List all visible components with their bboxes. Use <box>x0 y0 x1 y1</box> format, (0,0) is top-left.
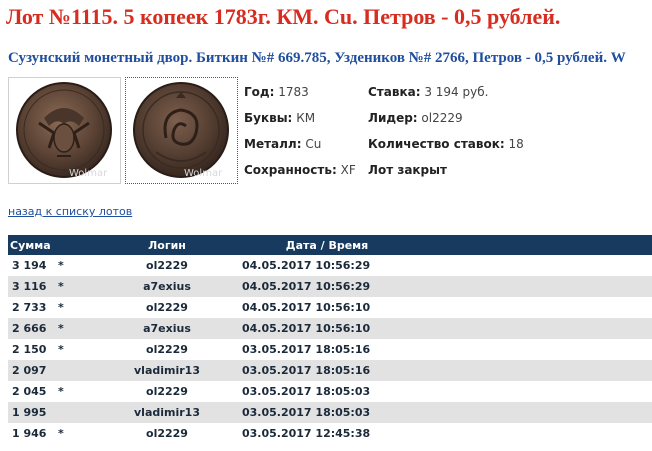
back-to-lots-link[interactable]: назад к списку лотов <box>8 205 132 218</box>
bid-star: * <box>58 381 92 402</box>
bid-sum: 2 097 <box>8 360 58 381</box>
bid-row: 1 946 * ol2229 03.05.2017 12:45:38 <box>8 423 652 444</box>
bid-star: * <box>58 276 92 297</box>
letters-label: Буквы: <box>244 111 293 125</box>
leader-value: ol2229 <box>421 111 463 125</box>
lot-subtitle: Сузунский монетный двор. Биткин №# 669.7… <box>8 50 626 66</box>
bid-login: a7exius <box>92 276 242 297</box>
bid-login: ol2229 <box>92 255 242 276</box>
bid-row: 2 097 vladimir13 03.05.2017 18:05:16 <box>8 360 652 381</box>
bid-filler <box>412 339 652 360</box>
bid-filler <box>412 423 652 444</box>
bid-row: 3 194 * ol2229 04.05.2017 10:56:29 <box>8 255 652 276</box>
leader-field: Лидер: ol2229 <box>368 111 463 125</box>
bid-sum: 1 946 <box>8 423 58 444</box>
bid-count-value: 18 <box>508 137 524 151</box>
bid-star: * <box>58 255 92 276</box>
bid-sum: 2 045 <box>8 381 58 402</box>
bid-datetime: 04.05.2017 10:56:10 <box>242 297 412 318</box>
letters-field: Буквы: КМ <box>244 111 315 125</box>
bid-filler <box>412 381 652 402</box>
bid-label: Ставка: <box>368 85 421 99</box>
bid-row: 2 733 * ol2229 04.05.2017 10:56:10 <box>8 297 652 318</box>
lot-title: Лот №1115. 5 копеек 1783г. КМ. Cu. Петро… <box>6 4 561 29</box>
bid-datetime: 04.05.2017 10:56:29 <box>242 276 412 297</box>
year-value: 1783 <box>278 85 309 99</box>
header-filler <box>412 235 652 255</box>
watermark-text: Wolmar <box>69 168 108 179</box>
header-sum: Сумма <box>8 235 58 255</box>
bid-sum: 2 666 <box>8 318 58 339</box>
bid-star <box>58 402 92 423</box>
watermark-text: Wolmar <box>184 168 223 179</box>
bid-sum: 1 995 <box>8 402 58 423</box>
condition-field: Сохранность: XF <box>244 163 356 177</box>
bid-sum: 2 150 <box>8 339 58 360</box>
metal-field: Металл: Cu <box>244 137 321 151</box>
bid-field: Ставка: 3 194 руб. <box>368 85 488 99</box>
bid-login: vladimir13 <box>92 360 242 381</box>
metal-label: Металл: <box>244 137 302 151</box>
bid-filler <box>412 318 652 339</box>
bid-row: 2 150 * ol2229 03.05.2017 18:05:16 <box>8 339 652 360</box>
bid-star: * <box>58 339 92 360</box>
bid-filler <box>412 360 652 381</box>
lot-status: Лот закрыт <box>368 163 447 177</box>
coin-obverse-image[interactable]: Wolmar <box>8 77 121 184</box>
bid-login: a7exius <box>92 318 242 339</box>
coin-reverse-graphic: Wolmar <box>133 82 229 179</box>
year-label: Год: <box>244 85 275 99</box>
coin-reverse-image[interactable]: Wolmar <box>125 77 238 184</box>
bid-login: ol2229 <box>92 423 242 444</box>
bid-star <box>58 360 92 381</box>
bid-value: 3 194 руб. <box>424 85 489 99</box>
bid-login: ol2229 <box>92 381 242 402</box>
bid-filler <box>412 255 652 276</box>
bid-datetime: 04.05.2017 10:56:29 <box>242 255 412 276</box>
bid-count-field: Количество ставок: 18 <box>368 137 524 151</box>
bid-datetime: 03.05.2017 18:05:16 <box>242 360 412 381</box>
header-datetime: Дата / Время <box>242 235 412 255</box>
bid-login: vladimir13 <box>92 402 242 423</box>
bid-row: 2 666 * a7exius 04.05.2017 10:56:10 <box>8 318 652 339</box>
leader-label: Лидер: <box>368 111 418 125</box>
metal-value: Cu <box>305 137 322 151</box>
bid-datetime: 04.05.2017 10:56:10 <box>242 318 412 339</box>
bid-filler <box>412 276 652 297</box>
bid-login: ol2229 <box>92 297 242 318</box>
condition-label: Сохранность: <box>244 163 337 177</box>
coin-obverse-graphic: Wolmar <box>16 82 112 179</box>
bid-filler <box>412 402 652 423</box>
bid-sum: 3 116 <box>8 276 58 297</box>
letters-value: КМ <box>296 111 316 125</box>
bids-table-body: 3 194 * ol2229 04.05.2017 10:56:29 3 116 * a7e… <box>8 255 652 444</box>
year-field: Год: 1783 <box>244 85 309 99</box>
bid-sum: 2 733 <box>8 297 58 318</box>
bid-row: 1 995 vladimir13 03.05.2017 18:05:03 <box>8 402 652 423</box>
bids-table: Сумма Логин Дата / Время 3 194 * ol2229 04.… <box>8 235 652 444</box>
bid-filler <box>412 297 652 318</box>
bid-star: * <box>58 318 92 339</box>
bid-datetime: 03.05.2017 12:45:38 <box>242 423 412 444</box>
bid-datetime: 03.05.2017 18:05:03 <box>242 381 412 402</box>
bid-row: 3 116 * a7exius 04.05.2017 10:56:29 <box>8 276 652 297</box>
bid-count-label: Количество ставок: <box>368 137 505 151</box>
condition-value: XF <box>340 163 356 177</box>
bid-star: * <box>58 423 92 444</box>
bid-login: ol2229 <box>92 339 242 360</box>
header-spacer <box>58 235 92 255</box>
bid-star: * <box>58 297 92 318</box>
header-login: Логин <box>92 235 242 255</box>
bid-row: 2 045 * ol2229 03.05.2017 18:05:03 <box>8 381 652 402</box>
bids-table-header: Сумма Логин Дата / Время <box>8 235 652 255</box>
bid-datetime: 03.05.2017 18:05:16 <box>242 339 412 360</box>
bid-datetime: 03.05.2017 18:05:03 <box>242 402 412 423</box>
bid-sum: 3 194 <box>8 255 58 276</box>
lot-status-text: Лот закрыт <box>368 163 447 177</box>
